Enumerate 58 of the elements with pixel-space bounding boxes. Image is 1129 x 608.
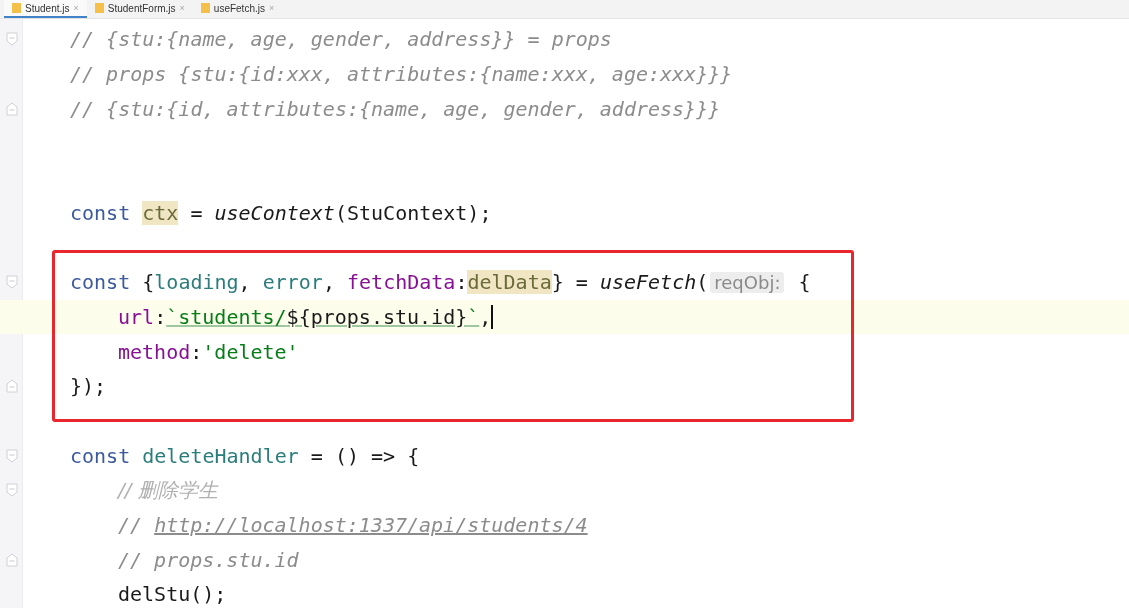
code-text: { xyxy=(797,270,811,295)
variable-name: error xyxy=(262,270,323,295)
variable-name: loading xyxy=(154,270,239,295)
file-tab[interactable]: StudentForm.js × xyxy=(86,0,193,18)
code-text: , xyxy=(322,270,336,295)
property-name: method xyxy=(118,339,191,364)
file-icon xyxy=(200,3,210,13)
file-icon xyxy=(12,3,21,13)
variable-name: deleteHandler xyxy=(142,443,299,468)
code-text: } = xyxy=(551,270,589,295)
fold-icon[interactable] xyxy=(5,275,18,290)
property-name: fetchData xyxy=(347,270,456,295)
code-text: , xyxy=(238,270,252,295)
string-literal: 'delete' xyxy=(202,339,299,364)
keyword: const xyxy=(70,270,131,295)
code-text: : xyxy=(190,339,203,364)
unfold-icon[interactable] xyxy=(5,379,18,394)
code-text: ( xyxy=(696,270,709,295)
code-comment: // 删除学生 xyxy=(118,476,218,504)
tab-label: useFetch.js xyxy=(213,2,265,14)
code-text: delStu(); xyxy=(118,582,227,607)
highlighted-identifier: ctx xyxy=(142,200,179,225)
parameter-hint: reqObj: xyxy=(710,271,785,293)
tab-label: Student.js xyxy=(25,2,70,14)
code-text: }); xyxy=(70,374,107,399)
tab-label: StudentForm.js xyxy=(107,2,176,14)
code-comment: // props.stu.id xyxy=(118,547,299,572)
code-text: = xyxy=(189,200,204,225)
code-text: , xyxy=(479,304,492,329)
fold-icon[interactable] xyxy=(5,483,18,498)
code-text: (StuContext); xyxy=(334,200,492,225)
template-string: `students/ xyxy=(166,304,287,329)
code-text: = () => { xyxy=(309,443,420,468)
code-text: { xyxy=(141,270,155,295)
keyword: const xyxy=(70,443,132,468)
function-name: useFetch xyxy=(599,270,697,295)
file-tab[interactable]: useFetch.js × xyxy=(192,0,283,18)
code-editor[interactable] xyxy=(0,19,1129,608)
code-comment: // xyxy=(118,512,144,537)
comment-link: http://localhost:1337/api/students/4 xyxy=(154,512,588,537)
highlighted-identifier: delData xyxy=(467,270,552,295)
text-caret xyxy=(491,304,494,329)
template-expression: ${props.stu.id} xyxy=(286,304,468,329)
property-name: url xyxy=(118,304,155,329)
keyword: const xyxy=(70,200,132,225)
code-text: : xyxy=(455,270,468,295)
file-icon xyxy=(94,3,104,13)
fold-icon[interactable] xyxy=(5,448,18,463)
function-name: useContext xyxy=(214,200,335,225)
code-comment: // {stu:{name, age, gender, address}} = props xyxy=(70,27,612,52)
code-text: : xyxy=(154,304,167,329)
file-tab[interactable]: Student.js × xyxy=(4,0,87,18)
template-string: ` xyxy=(467,304,480,329)
fold-icon[interactable] xyxy=(5,32,18,47)
unfold-icon[interactable] xyxy=(5,552,18,567)
code-comment: // props {stu:{id:xxx, attributes:{name:xxx, age:xxx}}} xyxy=(70,62,733,87)
unfold-icon[interactable] xyxy=(5,101,18,116)
code-comment: // {stu:{id, attributes:{name, age, gender, address}}} xyxy=(70,96,721,121)
